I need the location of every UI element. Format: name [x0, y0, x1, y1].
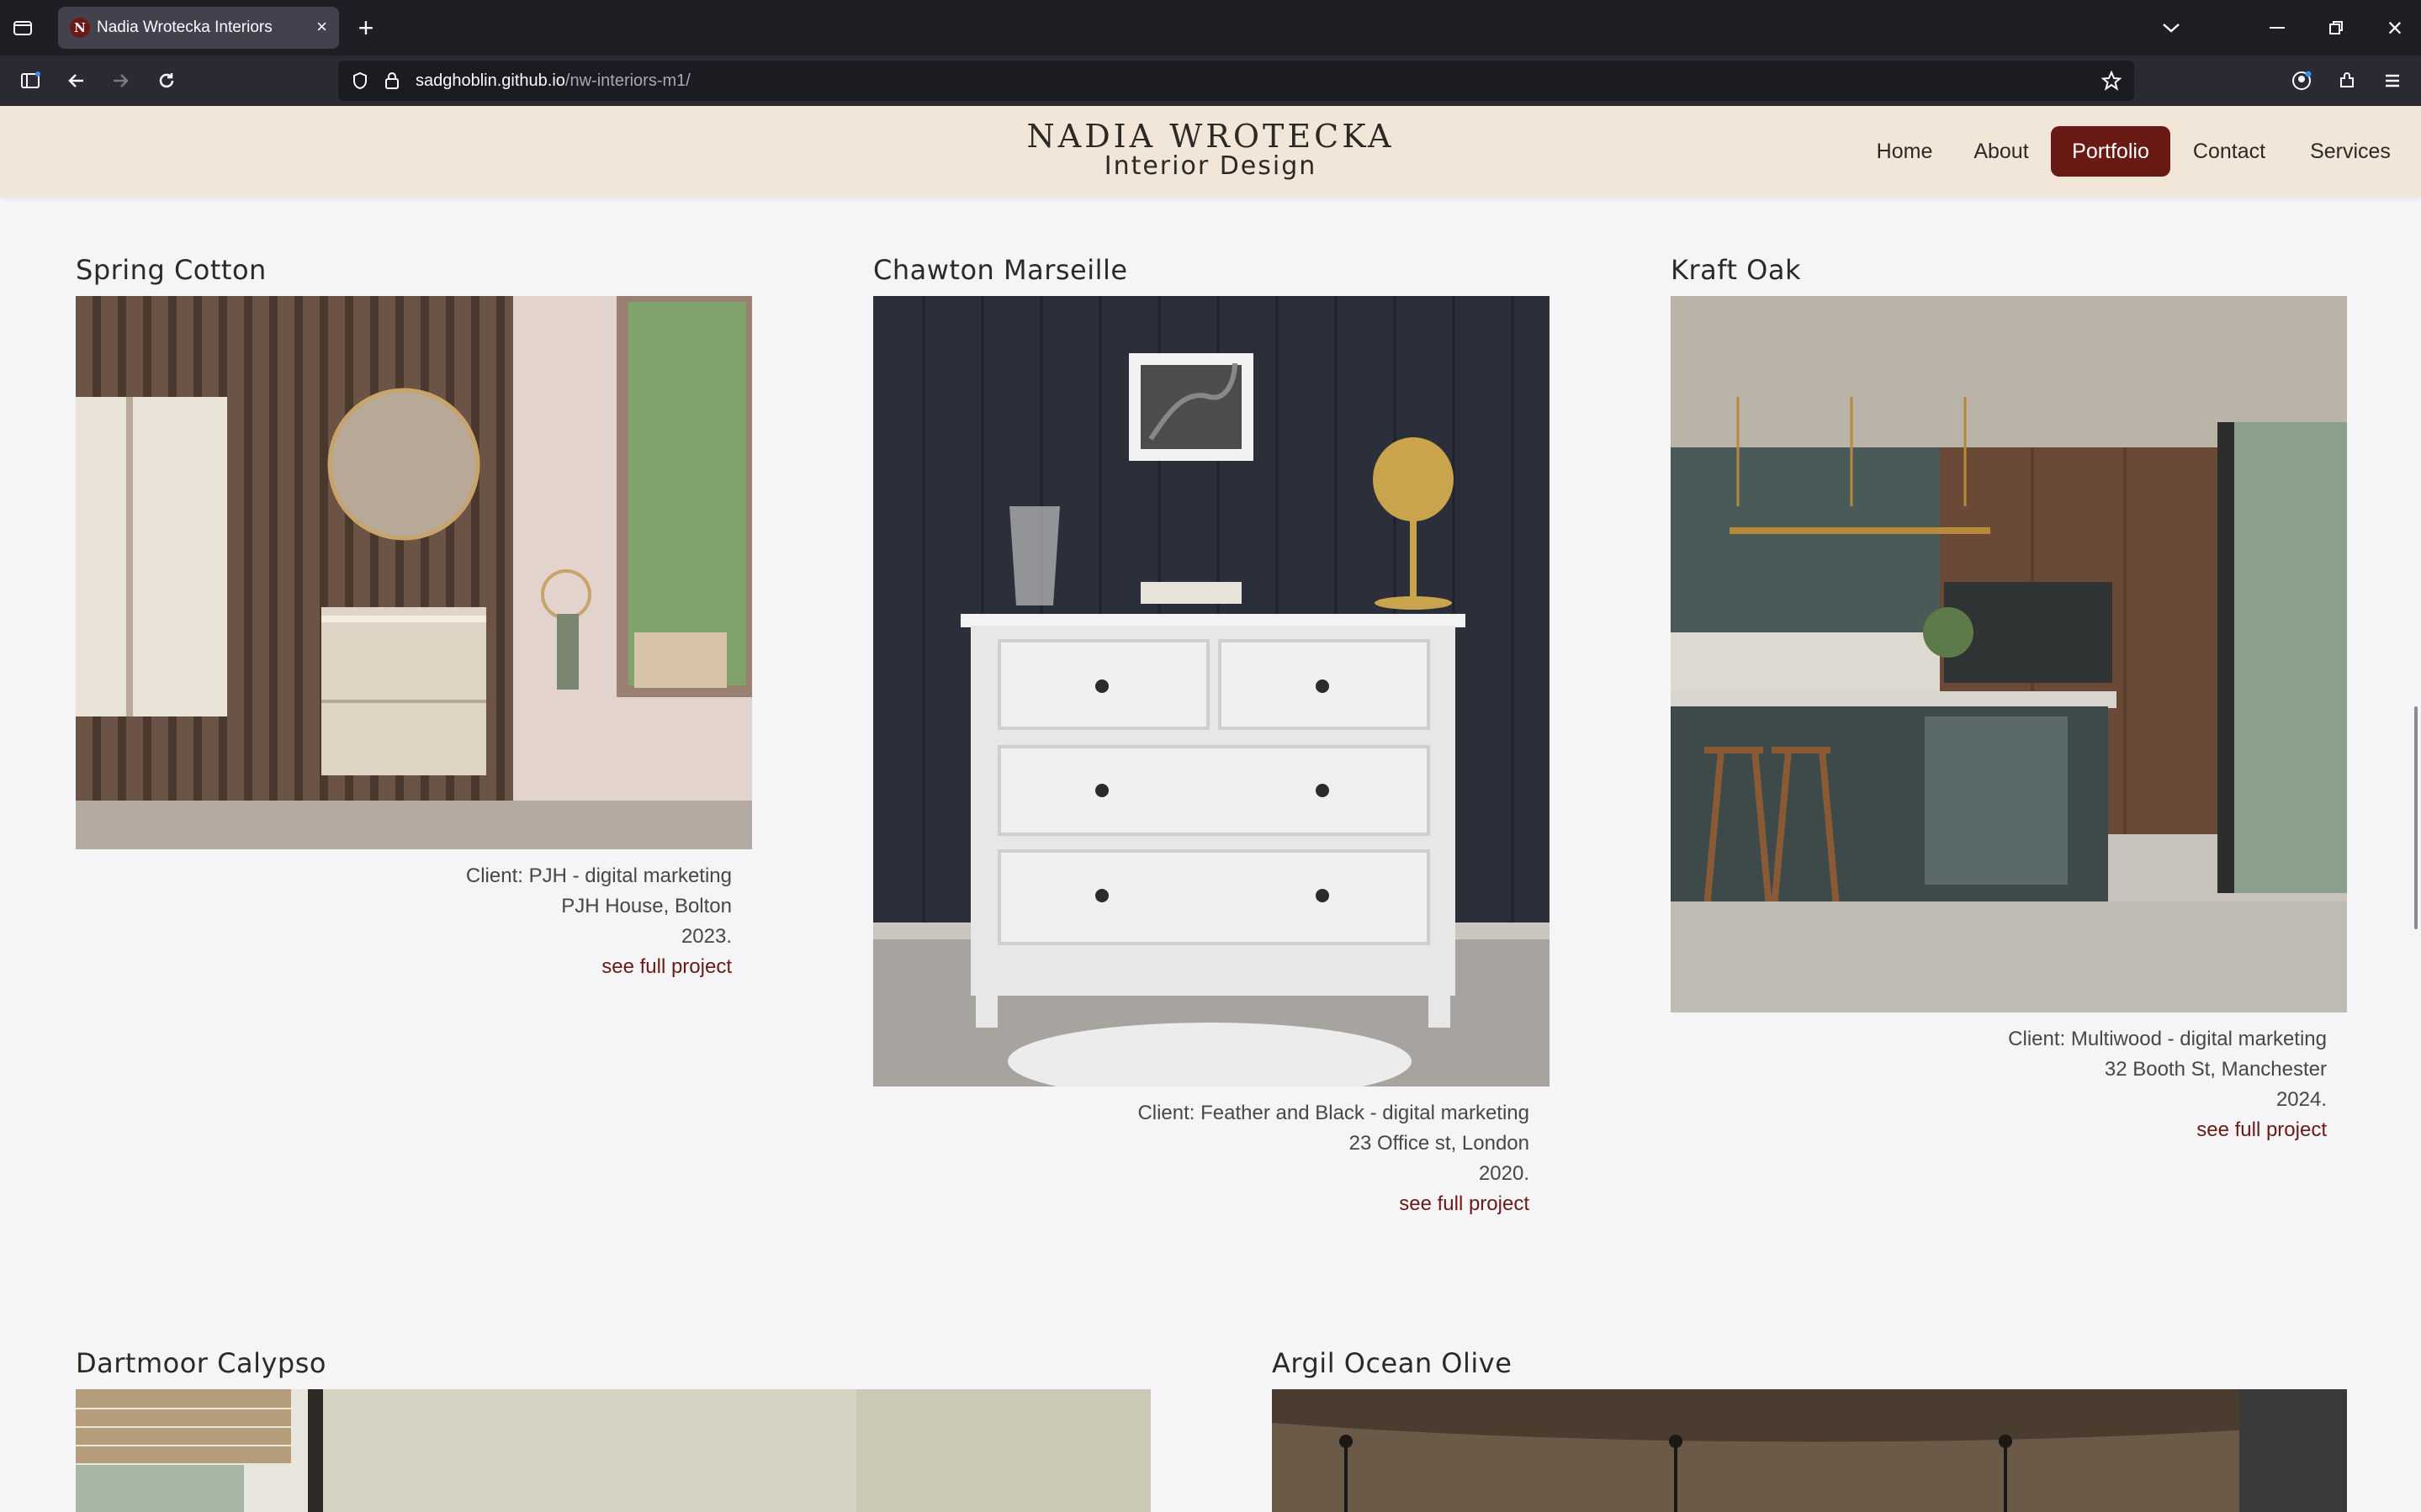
back-arrow-icon[interactable] [62, 68, 89, 93]
nav-about[interactable]: About [1965, 126, 2037, 177]
lock-icon[interactable] [380, 69, 404, 93]
shield-icon[interactable] [348, 69, 372, 93]
project-meta: Client: PJH - digital marketing PJH Hous… [328, 861, 732, 982]
nav-home[interactable]: Home [1869, 126, 1940, 177]
see-full-project-link[interactable]: see full project [1025, 1189, 1529, 1219]
favicon-icon: N [70, 18, 90, 38]
nav-portfolio[interactable]: Portfolio [2051, 126, 2170, 177]
restore-icon[interactable] [2323, 15, 2349, 40]
url-bar[interactable]: sadghoblin.github.io/nw-interiors-m1/ [338, 61, 2134, 101]
new-tab-icon[interactable]: + [352, 13, 380, 43]
project-title: Chawton Marseille [873, 254, 1128, 286]
close-window-icon[interactable]: × [2381, 13, 2409, 43]
project-address: 32 Booth St, Manchester [2104, 1058, 2327, 1081]
project-title: Dartmoor Calypso [76, 1347, 326, 1379]
tab-title: Nadia Wrotecka Interiors [97, 19, 273, 36]
forward-arrow-icon[interactable] [108, 68, 135, 93]
nav-contact[interactable]: Contact [2182, 126, 2276, 177]
menu-icon[interactable] [2379, 68, 2406, 93]
project-title: Kraft Oak [1671, 254, 1801, 286]
see-full-project-link[interactable]: see full project [328, 952, 732, 982]
extensions-icon[interactable] [2334, 68, 2360, 93]
see-full-project-link[interactable]: see full project [1822, 1115, 2327, 1145]
project-address: PJH House, Bolton [561, 895, 732, 917]
url-text[interactable]: sadghoblin.github.io/nw-interiors-m1/ [416, 71, 691, 91]
browser-nav-bar: sadghoblin.github.io/nw-interiors-m1/ [0, 56, 2421, 106]
browser-tab-bar: N Nadia Wrotecka Interiors × + × [0, 0, 2421, 56]
project-client: Client: Multiwood - digital marketing [2008, 1028, 2327, 1050]
project-image-dartmoor-calypso[interactable] [76, 1389, 1151, 1512]
reload-icon[interactable] [153, 68, 180, 93]
sidebar-icon[interactable] [17, 68, 44, 93]
nav-services[interactable]: Services [2297, 126, 2404, 177]
browser-tab[interactable]: N Nadia Wrotecka Interiors × [58, 7, 339, 49]
url-path: /nw-interiors-m1/ [564, 71, 691, 90]
project-title: Spring Cotton [76, 254, 267, 286]
project-year: 2020. [1478, 1162, 1529, 1185]
project-address: 23 Office st, London [1348, 1132, 1529, 1155]
project-image-argil-ocean-olive[interactable] [1272, 1389, 2347, 1512]
project-client: Client: Feather and Black - digital mark… [1137, 1102, 1529, 1124]
tab-list-icon[interactable] [10, 15, 35, 40]
account-icon[interactable] [2288, 68, 2315, 93]
close-tab-icon[interactable]: × [316, 16, 327, 38]
bookmark-star-icon[interactable] [2100, 69, 2123, 93]
project-meta: Client: Feather and Black - digital mark… [1025, 1098, 1529, 1219]
project-title: Argil Ocean Olive [1272, 1347, 1512, 1379]
site-header: NADIA WROTECKA Interior Design Home Abou… [0, 106, 2421, 197]
project-meta: Client: Multiwood - digital marketing 32… [1822, 1024, 2327, 1145]
project-image-spring-cotton[interactable] [76, 296, 752, 849]
chevron-down-icon[interactable] [2159, 15, 2184, 40]
project-year: 2024. [2275, 1088, 2327, 1111]
project-client: Client: PJH - digital marketing [465, 864, 732, 887]
url-domain: sadghoblin.github.io [416, 71, 565, 90]
project-year: 2023. [681, 925, 732, 948]
project-image-kraft-oak[interactable] [1671, 296, 2347, 1012]
project-image-chawton-marseille[interactable] [873, 296, 1550, 1086]
minimize-icon[interactable] [2265, 15, 2290, 40]
page-scrollbar[interactable] [2414, 706, 2418, 929]
